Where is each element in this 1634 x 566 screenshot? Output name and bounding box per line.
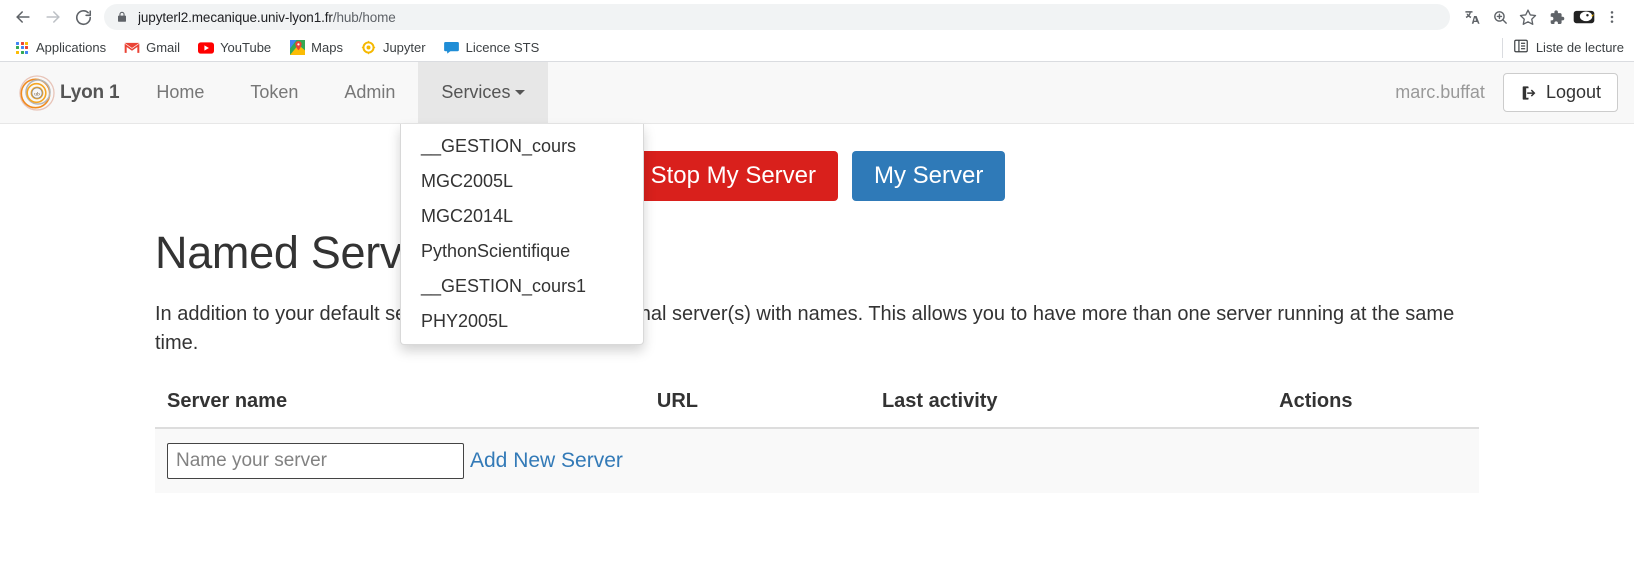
column-header-actions: Actions <box>1267 382 1479 428</box>
dropdown-item-gestion-cours[interactable]: __GESTION_cours <box>401 129 643 164</box>
navbar-right: marc.buffat Logout <box>1395 62 1634 123</box>
bookmark-applications[interactable]: Applications <box>10 38 114 58</box>
table-row-new-server: Add New Server <box>155 428 1479 493</box>
bookmark-label: Applications <box>36 40 106 55</box>
lock-icon <box>116 10 128 24</box>
content-container: Stop My Server My Server Named Servers I… <box>140 124 1494 493</box>
bookmark-label: Jupyter <box>383 40 426 55</box>
url-text: jupyterl2.mecanique.univ-lyon1.fr/hub/ho… <box>138 10 396 25</box>
column-header-url: URL <box>645 382 870 428</box>
forward-arrow-icon[interactable] <box>38 2 68 32</box>
nav-item-home[interactable]: Home <box>133 62 227 123</box>
brand-link[interactable]: ub Lyon 1 <box>0 62 133 123</box>
omnibox-row: jupyterl2.mecanique.univ-lyon1.fr/hub/ho… <box>0 0 1634 34</box>
chrome-menu-icon[interactable] <box>1598 3 1626 31</box>
extensions-puzzle-icon[interactable] <box>1542 3 1570 31</box>
lyon1-logo-icon: ub <box>18 74 56 112</box>
reading-list-button[interactable]: Liste de lecture <box>1502 38 1624 58</box>
reload-icon[interactable] <box>68 2 98 32</box>
my-server-button[interactable]: My Server <box>852 151 1005 201</box>
new-server-controls: Add New Server <box>167 443 1467 479</box>
nav-items: Home Token Admin Services <box>133 62 548 123</box>
page-description: In addition to your default server, you … <box>155 300 1479 358</box>
bookmark-jupyter[interactable]: Jupyter <box>357 38 434 58</box>
bookmark-label: Licence STS <box>466 40 540 55</box>
brand-label: Lyon 1 <box>60 82 119 104</box>
bookmark-youtube[interactable]: YouTube <box>194 38 279 58</box>
nav-item-admin[interactable]: Admin <box>321 62 418 123</box>
nav-item-services-label: Services <box>441 82 510 103</box>
logout-button[interactable]: Logout <box>1503 73 1618 112</box>
logout-label: Logout <box>1546 82 1601 103</box>
reading-list-icon <box>1513 38 1529 57</box>
table-header-row: Server name URL Last activity Actions <box>155 382 1479 428</box>
jupyterhub-navbar: ub Lyon 1 Home Token Admin Services marc… <box>0 62 1634 124</box>
url-path: /hub/home <box>333 10 396 25</box>
svg-text:ub: ub <box>34 91 40 97</box>
dropdown-item-pythonscientifique[interactable]: PythonScientifique <box>401 234 643 269</box>
table-body: Add New Server <box>155 428 1479 493</box>
bookmarks-bar: Applications Gmail YouTube Maps Jupyter <box>0 34 1634 62</box>
bookmark-star-icon[interactable] <box>1514 3 1542 31</box>
bookmark-label: Gmail <box>146 40 180 55</box>
nav-item-services[interactable]: Services <box>418 62 548 123</box>
column-header-last-activity: Last activity <box>870 382 1267 428</box>
stop-my-server-button[interactable]: Stop My Server <box>629 151 838 201</box>
blue-square-icon <box>444 40 460 56</box>
dropdown-item-mgc2014l[interactable]: MGC2014L <box>401 199 643 234</box>
logout-icon <box>1520 84 1538 102</box>
server-name-input[interactable] <box>167 443 464 479</box>
zoom-search-icon[interactable] <box>1486 3 1514 31</box>
gmail-icon <box>124 40 140 56</box>
page-title: Named Servers <box>155 228 1479 278</box>
bookmark-gmail[interactable]: Gmail <box>120 38 188 58</box>
new-server-cell: Add New Server <box>155 428 1479 493</box>
bookmark-label: YouTube <box>220 40 271 55</box>
apps-grid-icon <box>14 40 30 56</box>
add-new-server-link[interactable]: Add New Server <box>470 449 623 473</box>
jupyter-icon <box>361 40 377 56</box>
dropdown-item-phy2005l[interactable]: PHY2005L <box>401 304 643 339</box>
address-bar[interactable]: jupyterl2.mecanique.univ-lyon1.fr/hub/ho… <box>104 4 1450 30</box>
named-servers-table: Server name URL Last activity Actions Ad… <box>155 382 1479 493</box>
server-actions: Stop My Server My Server <box>155 124 1479 201</box>
browser-chrome: jupyterl2.mecanique.univ-lyon1.fr/hub/ho… <box>0 0 1634 62</box>
chevron-down-icon <box>515 90 525 95</box>
table-head: Server name URL Last activity Actions <box>155 382 1479 428</box>
youtube-icon <box>198 40 214 56</box>
profile-avatar-icon[interactable] <box>1570 3 1598 31</box>
nav-item-token[interactable]: Token <box>227 62 321 123</box>
page-content: Stop My Server My Server Named Servers I… <box>0 124 1634 493</box>
dropdown-item-mgc2005l[interactable]: MGC2005L <box>401 164 643 199</box>
services-dropdown-menu: __GESTION_cours MGC2005L MGC2014L Python… <box>400 124 644 345</box>
bookmark-label: Maps <box>311 40 343 55</box>
reading-list-label: Liste de lecture <box>1536 40 1624 55</box>
bookmark-maps[interactable]: Maps <box>285 38 351 58</box>
url-host: jupyterl2.mecanique.univ-lyon1.fr <box>138 10 333 25</box>
maps-pin-icon <box>289 40 305 56</box>
back-arrow-icon[interactable] <box>8 2 38 32</box>
dropdown-item-gestion-cours1[interactable]: __GESTION_cours1 <box>401 269 643 304</box>
translate-icon[interactable] <box>1458 3 1486 31</box>
bookmark-licence-sts[interactable]: Licence STS <box>440 38 548 58</box>
omnibox-actions <box>1458 3 1626 31</box>
column-header-server-name: Server name <box>155 382 645 428</box>
username-label: marc.buffat <box>1395 82 1485 103</box>
